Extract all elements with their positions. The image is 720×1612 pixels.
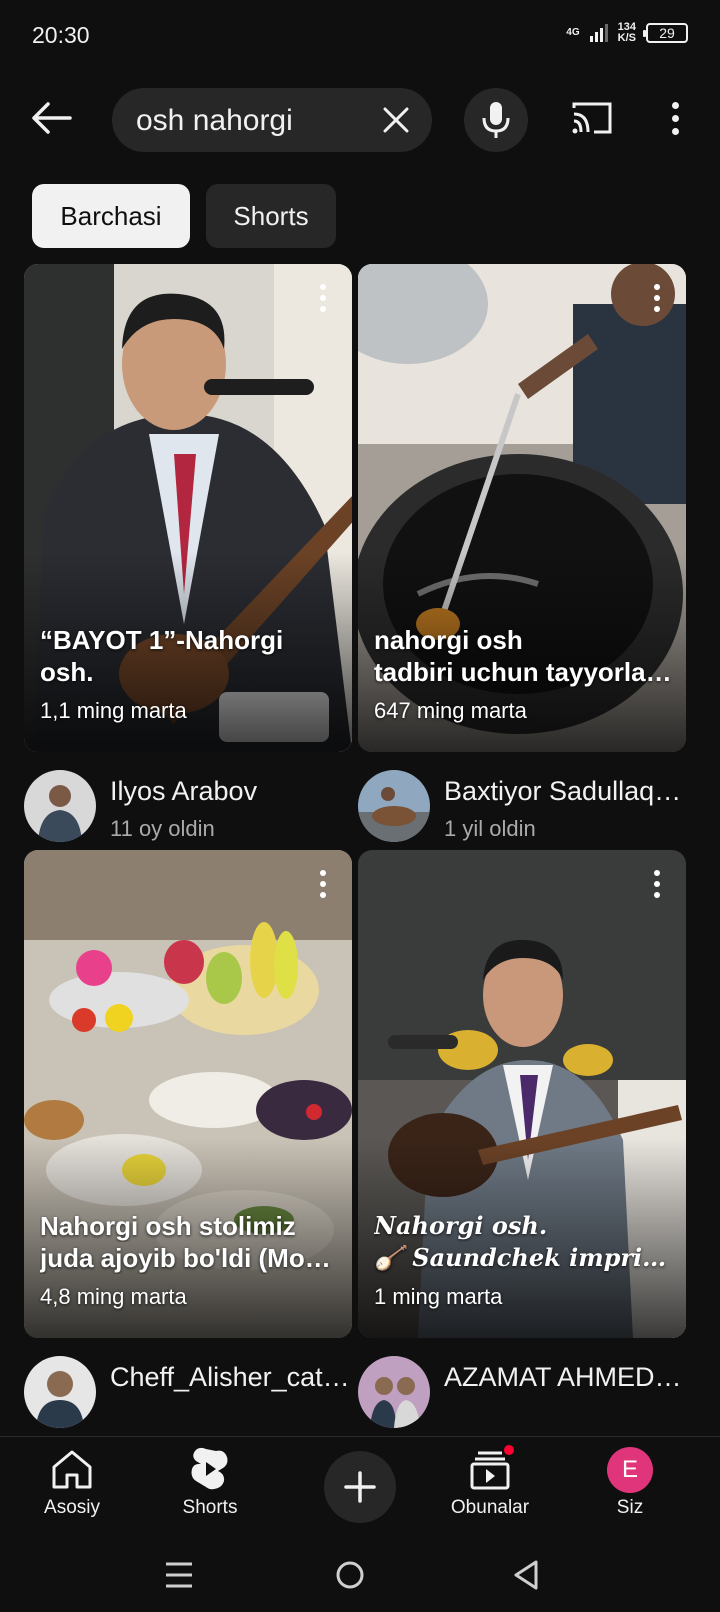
battery-icon: 29: [643, 23, 688, 43]
channel-name[interactable]: AZAMAT AHMEDOV: [444, 1362, 684, 1393]
home-button[interactable]: [332, 1556, 372, 1596]
view-count: 1 ming marta: [374, 1284, 503, 1309]
video-card[interactable]: Nahorgi osh stolimiz juda ajoyib bo'ldi …: [24, 850, 352, 1436]
video-menu-button[interactable]: [654, 284, 660, 312]
video-menu-button[interactable]: [320, 870, 326, 898]
network-type: 4G: [566, 27, 580, 38]
system-back-button[interactable]: [508, 1556, 548, 1596]
create-plus-icon: [344, 1471, 376, 1503]
search-input[interactable]: osh nahorgi: [112, 88, 432, 152]
nav-label: Asosiy: [44, 1497, 100, 1518]
video-card[interactable]: nahorgi osh tadbiri uchun tayyorlash 647…: [358, 264, 686, 872]
create-button[interactable]: [324, 1451, 396, 1523]
video-thumbnail[interactable]: Nahorgi osh stolimiz juda ajoyib bo'ldi …: [24, 850, 352, 1338]
status-indicators: 4G 134 K/S 29: [566, 22, 688, 44]
menu-icon: [166, 1562, 192, 1588]
subscriptions-icon: [468, 1443, 516, 1491]
cast-icon: [572, 102, 612, 134]
channel-name[interactable]: Ilyos Arabov: [110, 776, 350, 807]
video-thumbnail[interactable]: “BAYOT 1”-Nahorgi osh. 1,1 ming marta: [24, 264, 352, 752]
video-thumbnail[interactable]: Nahorgi osh. 🪕 Saundchek imprivizatsiya …: [358, 850, 686, 1338]
avatar-image: [24, 1356, 96, 1428]
nav-label: Siz: [616, 1497, 644, 1518]
video-card[interactable]: Nahorgi osh. 🪕 Saundchek imprivizatsiya …: [358, 850, 686, 1436]
channel-avatar[interactable]: [358, 770, 430, 842]
video-menu-button[interactable]: [320, 284, 326, 312]
back-button[interactable]: [30, 98, 74, 138]
chip-barchasi[interactable]: Barchasi: [32, 184, 190, 248]
microphone-icon: [482, 102, 510, 138]
notification-dot: [502, 1443, 516, 1457]
shorts-icon: [188, 1447, 232, 1491]
battery-level: 29: [659, 25, 675, 41]
home-icon: [50, 1447, 94, 1491]
shorts-results-grid: “BAYOT 1”-Nahorgi osh. 1,1 ming marta Il…: [24, 264, 696, 1436]
more-options-button[interactable]: [660, 98, 690, 138]
cast-button[interactable]: [570, 100, 614, 136]
view-count: 1,1 ming marta: [40, 698, 187, 723]
status-time: 20:30: [32, 22, 90, 48]
video-title: Nahorgi osh. 🪕 Saundchek imprivizatsiya: [374, 1211, 672, 1272]
channel-name[interactable]: Cheff_Alisher_catering: [110, 1362, 350, 1393]
upload-age: 1 yil oldin: [444, 816, 536, 841]
arrow-left-icon: [32, 102, 72, 134]
video-menu-button[interactable]: [654, 870, 660, 898]
clear-search-button[interactable]: [380, 104, 412, 136]
channel-avatar[interactable]: [24, 1356, 96, 1428]
video-title: nahorgi osh tadbiri uchun tayyorlash: [374, 625, 672, 687]
nav-profile[interactable]: E Siz: [570, 1447, 690, 1519]
upload-age: 11 oy oldin: [110, 816, 215, 841]
view-count: 647 ming marta: [374, 698, 527, 723]
close-icon: [383, 107, 409, 133]
avatar-image: [358, 1356, 430, 1428]
search-header: osh nahorgi: [0, 84, 720, 152]
more-vertical-icon: [671, 101, 679, 109]
network-indicator: 4G: [566, 28, 579, 38]
channel-name[interactable]: Baxtiyor Sadullaqulov: [444, 776, 684, 807]
channel-avatar[interactable]: [24, 770, 96, 842]
speed-indicator: 134 K/S: [618, 22, 636, 44]
view-count: 4,8 ming marta: [40, 1284, 187, 1309]
chip-shorts[interactable]: Shorts: [206, 184, 336, 248]
bottom-navigation: Asosiy Shorts Obunalar E Siz: [0, 1436, 720, 1540]
nav-home[interactable]: Asosiy: [12, 1447, 132, 1519]
avatar-image: [358, 770, 430, 842]
channel-avatar[interactable]: [358, 1356, 430, 1428]
recent-apps-button[interactable]: [160, 1556, 200, 1596]
channel-row: Cheff_Alisher_catering: [24, 1338, 352, 1436]
video-card[interactable]: “BAYOT 1”-Nahorgi osh. 1,1 ming marta Il…: [24, 264, 352, 872]
video-thumbnail[interactable]: nahorgi osh tadbiri uchun tayyorlash 647…: [358, 264, 686, 752]
circle-home-icon: [336, 1561, 364, 1589]
nav-subscriptions[interactable]: Obunalar: [430, 1443, 550, 1519]
nav-label: Shorts: [182, 1497, 238, 1518]
status-bar: 20:30 4G 134 K/S 29: [0, 0, 720, 72]
search-query[interactable]: osh nahorgi: [136, 104, 293, 138]
system-navigation-bar: [0, 1540, 720, 1612]
avatar-image: [24, 770, 96, 842]
triangle-back-icon: [514, 1560, 538, 1590]
nav-label: Obunalar: [450, 1497, 530, 1518]
channel-row: AZAMAT AHMEDOV: [358, 1338, 686, 1436]
filter-chips: Barchasi Shorts: [32, 184, 336, 248]
video-title: Nahorgi osh stolimiz juda ajoyib bo'ldi …: [40, 1211, 338, 1273]
signal-icon: [589, 24, 608, 42]
profile-avatar: E: [607, 1447, 653, 1493]
nav-shorts[interactable]: Shorts: [150, 1447, 270, 1519]
voice-search-button[interactable]: [464, 88, 528, 152]
speed-unit: K/S: [617, 32, 636, 44]
video-title: “BAYOT 1”-Nahorgi osh.: [40, 625, 284, 687]
